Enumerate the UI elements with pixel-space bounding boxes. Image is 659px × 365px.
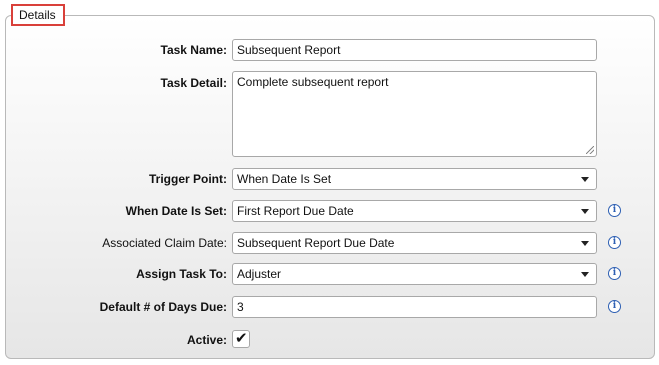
assign-task-to-label: Assign Task To: [136,267,227,281]
default-days-due-input[interactable]: 3 [232,296,597,318]
details-legend: Details [11,4,65,26]
chevron-down-icon [581,177,589,182]
task-detail-label: Task Detail: [160,76,227,90]
assign-task-to-select[interactable]: Adjuster [232,263,597,285]
when-date-is-set-value: First Report Due Date [237,204,354,218]
assign-task-to-value: Adjuster [237,267,282,281]
default-days-due-label: Default # of Days Due: [99,300,227,314]
checkmark-icon: ✔ [235,330,248,347]
task-detail-value: Complete subsequent report [237,75,389,89]
task-name-label: Task Name: [160,43,227,57]
when-date-is-set-select[interactable]: First Report Due Date [232,200,597,222]
info-icon[interactable]: i [608,236,621,249]
default-days-due-value: 3 [237,300,244,314]
chevron-down-icon [581,241,589,246]
trigger-point-select[interactable]: When Date Is Set [232,168,597,190]
associated-claim-date-label: Associated Claim Date: [102,236,227,250]
active-checkbox[interactable]: ✔ [232,330,250,348]
chevron-down-icon [581,209,589,214]
when-date-is-set-label: When Date Is Set: [125,204,227,218]
chevron-down-icon [581,272,589,277]
trigger-point-value: When Date Is Set [237,172,332,186]
associated-claim-date-value: Subsequent Report Due Date [237,236,395,250]
active-label: Active: [186,333,227,347]
task-detail-textarea[interactable]: Complete subsequent report [232,71,597,157]
resize-grip-icon[interactable] [586,146,594,154]
task-name-input[interactable]: Subsequent Report [232,39,597,61]
info-icon[interactable]: i [608,204,621,217]
info-icon[interactable]: i [608,267,621,280]
info-icon[interactable]: i [608,300,621,313]
associated-claim-date-select[interactable]: Subsequent Report Due Date [232,232,597,254]
task-name-value: Subsequent Report [237,43,341,57]
trigger-point-label: Trigger Point: [149,172,227,186]
